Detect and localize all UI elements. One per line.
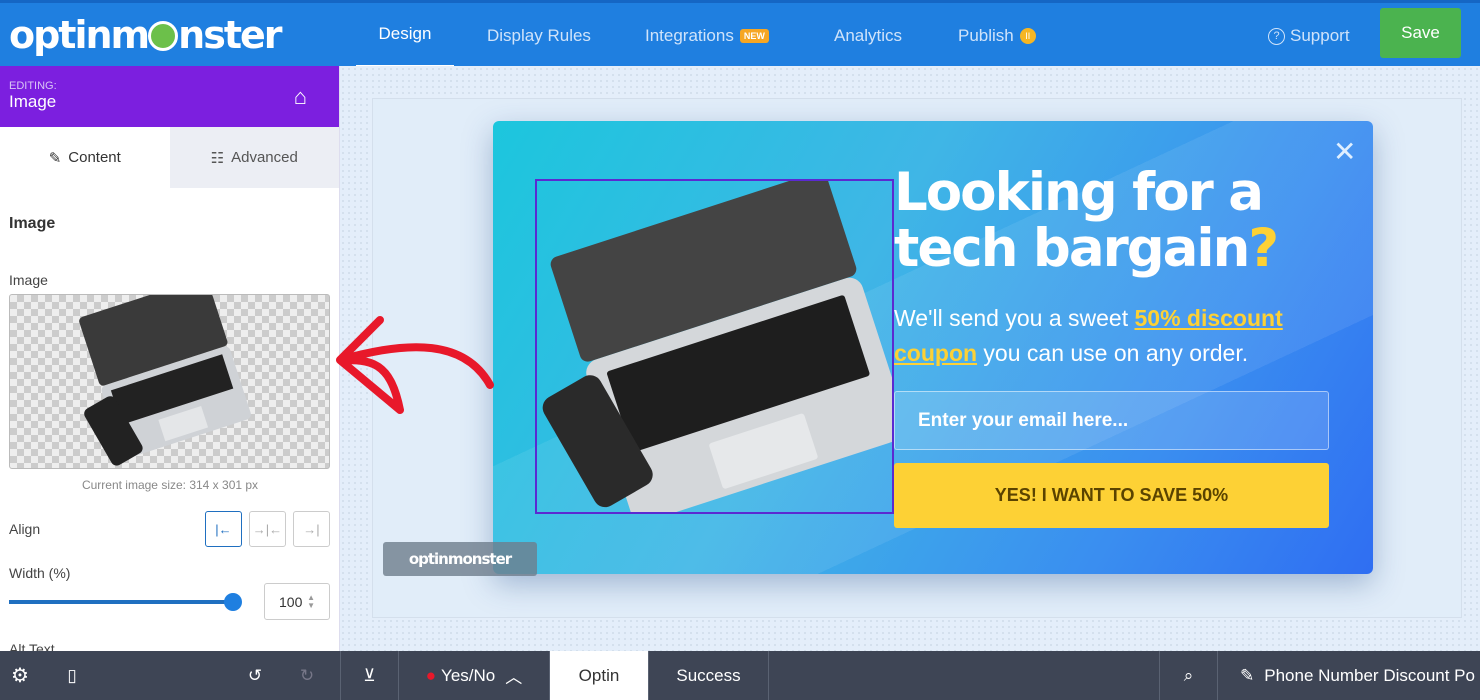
save-template-icon[interactable]: ⊻: [340, 651, 398, 700]
home-icon[interactable]: ⌂: [294, 84, 307, 110]
pause-icon: II: [1019, 28, 1036, 44]
editing-label: EDITING:: [9, 80, 57, 92]
image-size-caption: Current image size: 314 x 301 px: [81, 478, 259, 492]
search-icon[interactable]: ⌕: [1159, 651, 1217, 700]
redo-icon[interactable]: ↻: [287, 651, 327, 700]
tab-label: Integrations: [645, 26, 734, 45]
view-label: Yes/No: [441, 665, 496, 685]
tab-label: Content: [68, 149, 121, 166]
tab-label: Display Rules: [487, 26, 591, 45]
popup: ✕ Looking for a tech bargain? We'll send…: [493, 121, 1373, 574]
image-label: Image: [9, 272, 48, 288]
pencil-icon: ✎: [48, 149, 62, 167]
tab-success[interactable]: Success: [648, 651, 768, 700]
cta-button[interactable]: YES! I WANT TO SAVE 50%: [894, 463, 1329, 528]
align-left-button[interactable]: |←: [205, 511, 242, 547]
tab-content[interactable]: ✎ Content: [0, 127, 170, 188]
laptop-image: [79, 295, 251, 466]
tab-label: Publish: [958, 26, 1014, 45]
campaign-name[interactable]: ✎ Phone Number Discount Po: [1217, 651, 1480, 700]
bottom-bar: ⚙ ▯ ↺ ↻ ⊻ ● Yes/No ︿ Optin Success ⌕ ✎ Phon…: [0, 651, 1480, 700]
optinmonster-watermark: optinmonster: [383, 542, 537, 576]
settings-gear-icon[interactable]: ⚙: [0, 651, 40, 700]
mobile-preview-icon[interactable]: ▯: [52, 651, 92, 700]
sliders-icon: ☷: [210, 149, 225, 167]
width-slider-thumb[interactable]: [224, 593, 242, 611]
support-link[interactable]: ? Support: [1268, 3, 1350, 69]
email-input[interactable]: Enter your email here...: [894, 391, 1329, 450]
undo-icon[interactable]: ↺: [235, 651, 275, 700]
tab-label: Advanced: [231, 149, 298, 166]
tab-design[interactable]: Design: [356, 3, 454, 69]
editing-value: Image: [9, 92, 57, 111]
tab-publish[interactable]: Publish II: [958, 3, 1036, 69]
width-slider[interactable]: [9, 600, 234, 604]
editing-header: EDITING: Image ⌂: [0, 66, 339, 127]
new-badge: NEW: [739, 29, 769, 43]
width-input[interactable]: 100 ▲ ▼: [264, 583, 330, 620]
tab-optin[interactable]: Optin: [549, 651, 648, 700]
pencil-icon: ✎: [1240, 665, 1255, 685]
save-button[interactable]: Save: [1380, 8, 1461, 58]
popup-headline: Looking for a tech bargain?: [894, 162, 1279, 279]
align-right-button[interactable]: →|: [293, 511, 330, 547]
campaign-name-label: Phone Number Discount Po: [1264, 665, 1475, 685]
chevron-up-icon: ︿: [505, 668, 523, 687]
top-bar: optinm nster Design Display Rules Integra…: [0, 0, 1480, 69]
section-title: Image: [9, 215, 56, 232]
tab-display-rules[interactable]: Display Rules: [487, 3, 591, 69]
close-icon[interactable]: ✕: [1333, 135, 1356, 168]
popup-subtext: We'll send you a sweet 50% discount coup…: [894, 305, 1283, 366]
tab-label: Analytics: [834, 26, 903, 45]
support-label: Support: [1290, 26, 1350, 45]
align-label: Align: [9, 521, 41, 537]
red-arrow-annotation: [336, 316, 494, 414]
canvas: ✕ Looking for a tech bargain? We'll send…: [340, 66, 1480, 651]
selected-image-outline: [535, 179, 894, 514]
tab-analytics[interactable]: Analytics: [834, 3, 902, 69]
tab-advanced[interactable]: ☷ Advanced: [169, 127, 339, 188]
width-label: Width (%): [9, 565, 71, 581]
tab-integrations[interactable]: Integrations NEW: [645, 3, 769, 69]
align-center-button[interactable]: →|←: [249, 511, 286, 547]
yes-no-toggle[interactable]: ● Yes/No ︿: [398, 651, 549, 700]
width-value: 100: [279, 594, 303, 610]
sidebar: EDITING: Image ⌂ ✎ Content ☷ Advanced Imag…: [0, 66, 340, 657]
stepper-icon[interactable]: ▲ ▼: [307, 594, 315, 610]
image-preview[interactable]: [9, 294, 330, 469]
help-icon: ?: [1268, 27, 1285, 45]
bottom-spacer: [768, 651, 1159, 700]
logo[interactable]: optinm nster: [9, 13, 283, 57]
tab-label: Design: [378, 24, 432, 43]
